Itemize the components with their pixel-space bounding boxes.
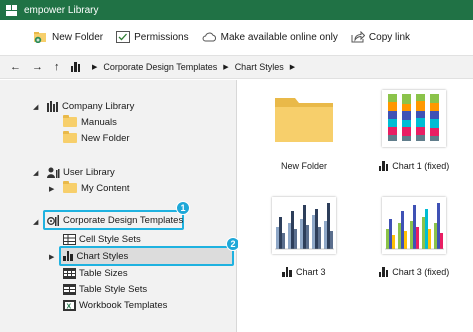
copy-link-button[interactable]: Copy link: [351, 31, 410, 43]
chart-thumbnail: [382, 90, 446, 147]
svg-text:X: X: [67, 303, 72, 310]
navigation-tree: ◢ Company Library Manuals New Folder ◢ U…: [0, 80, 240, 332]
folder-icon: [63, 181, 77, 193]
collapsed-chevron-icon[interactable]: ▶: [49, 253, 54, 261]
item-label: New Folder: [280, 161, 327, 171]
breadcrumb-separator-icon: ▶: [92, 64, 98, 71]
new-folder-icon: [34, 32, 46, 43]
cloud-icon: [202, 32, 216, 42]
chart-thumbnail: [272, 197, 336, 254]
tree-item-company-library[interactable]: Company Library: [47, 98, 134, 114]
breadcrumb-separator-icon: ▶: [289, 64, 296, 71]
tree-label: Manuals: [81, 116, 117, 128]
tree-item-my-content[interactable]: My Content: [63, 180, 130, 196]
folder-icon: [63, 131, 77, 143]
title-bar: empower Library: [0, 0, 473, 20]
tree-label: My Content: [81, 182, 130, 194]
expanded-chevron-icon[interactable]: ◢: [33, 103, 38, 111]
breadcrumb-separator-icon: ▶: [223, 64, 229, 71]
copy-link-label: Copy link: [368, 31, 411, 43]
tree-item-chart-styles[interactable]: Chart Styles: [63, 248, 128, 264]
library-icon: [47, 100, 58, 112]
tree-label: Company Library: [62, 100, 135, 112]
expanded-chevron-icon[interactable]: ◢: [33, 169, 38, 177]
breadcrumb-chart-styles[interactable]: Chart Styles: [235, 62, 284, 72]
collapsed-chevron-icon[interactable]: ▶: [49, 185, 54, 193]
back-arrow-icon[interactable]: ←: [10, 61, 21, 73]
item-new-folder[interactable]: New Folder: [252, 90, 356, 171]
item-label-row: Chart 3 (fixed): [362, 267, 466, 277]
cell-style-icon: [63, 233, 76, 245]
window-title: empower Library: [24, 4, 99, 16]
tree-item-workbook-templates[interactable]: X Workbook Templates: [63, 297, 167, 313]
item-label: Chart 3: [295, 267, 326, 277]
item-chart-3[interactable]: Chart 3: [252, 197, 356, 277]
item-label-row: Chart 3: [252, 267, 356, 277]
tree-label: Table Sizes: [79, 267, 128, 279]
expanded-chevron-icon[interactable]: ◢: [33, 218, 38, 226]
permissions-label: Permissions: [134, 31, 189, 43]
tree-label: Cell Style Sets: [79, 233, 141, 245]
make-available-online-button[interactable]: Make available online only: [202, 32, 338, 43]
breadcrumb-corporate-design-templates[interactable]: Corporate Design Templates: [103, 62, 217, 72]
up-arrow-icon[interactable]: ↑: [54, 61, 60, 73]
content-area: New Folder Chart 1 (fixed) Chart 3 Chart…: [238, 80, 473, 332]
user-library-icon: [47, 167, 60, 178]
tree-label: Corporate Design Templates: [63, 214, 184, 226]
share-arrow-icon: [351, 31, 365, 43]
item-chart-1-fixed[interactable]: Chart 1 (fixed): [362, 90, 466, 171]
tree-item-table-style-sets[interactable]: Table Style Sets: [63, 281, 147, 297]
toolbar: New Folder Permissions Make available on…: [0, 20, 473, 54]
tree-label: Chart Styles: [76, 250, 129, 262]
app-logo-icon: [6, 4, 19, 16]
address-bar: ← → ↑ ▶ Corporate Design Templates ▶ Cha…: [0, 55, 473, 79]
permissions-button[interactable]: Permissions: [116, 31, 189, 43]
make-available-label: Make available online only: [220, 31, 338, 43]
callout-badge-1: 1: [176, 201, 190, 215]
tree-label: Workbook Templates: [79, 299, 168, 311]
item-label: Chart 3 (fixed): [392, 267, 450, 277]
tree-label: Table Style Sets: [79, 283, 148, 295]
chart-icon: [282, 267, 292, 277]
tree-item-user-library[interactable]: User Library: [47, 164, 115, 180]
folder-icon: [63, 115, 77, 127]
tree-item-table-sizes[interactable]: Table Sizes: [63, 265, 128, 281]
table-style-icon: [63, 283, 76, 295]
chart-icon: [378, 161, 389, 171]
new-folder-label: New Folder: [52, 31, 104, 43]
tree-item-corporate-design-templates[interactable]: Corporate Design Templates: [47, 212, 183, 228]
new-folder-button[interactable]: New Folder: [34, 31, 103, 43]
tree-item-new-folder[interactable]: New Folder: [63, 130, 130, 146]
item-chart-3-fixed[interactable]: Chart 3 (fixed): [362, 197, 466, 277]
forward-arrow-icon[interactable]: →: [32, 61, 43, 73]
chart-style-icon: [63, 251, 73, 261]
tree-item-cell-style-sets[interactable]: Cell Style Sets: [63, 231, 141, 247]
large-folder-icon: [275, 98, 333, 142]
chart-thumbnail: [382, 197, 446, 254]
tree-label: User Library: [63, 166, 115, 178]
tree-item-manuals[interactable]: Manuals: [63, 114, 117, 130]
chart-styles-location-icon: [70, 62, 80, 72]
template-library-icon: [47, 214, 59, 226]
item-label: Chart 1 (fixed): [392, 161, 450, 171]
chart-icon: [378, 267, 389, 277]
permissions-icon: [116, 31, 131, 43]
item-label-row: Chart 1 (fixed): [362, 161, 466, 171]
workbook-icon: X: [63, 299, 76, 311]
table-size-icon: [63, 267, 76, 279]
tree-label: New Folder: [81, 132, 130, 144]
